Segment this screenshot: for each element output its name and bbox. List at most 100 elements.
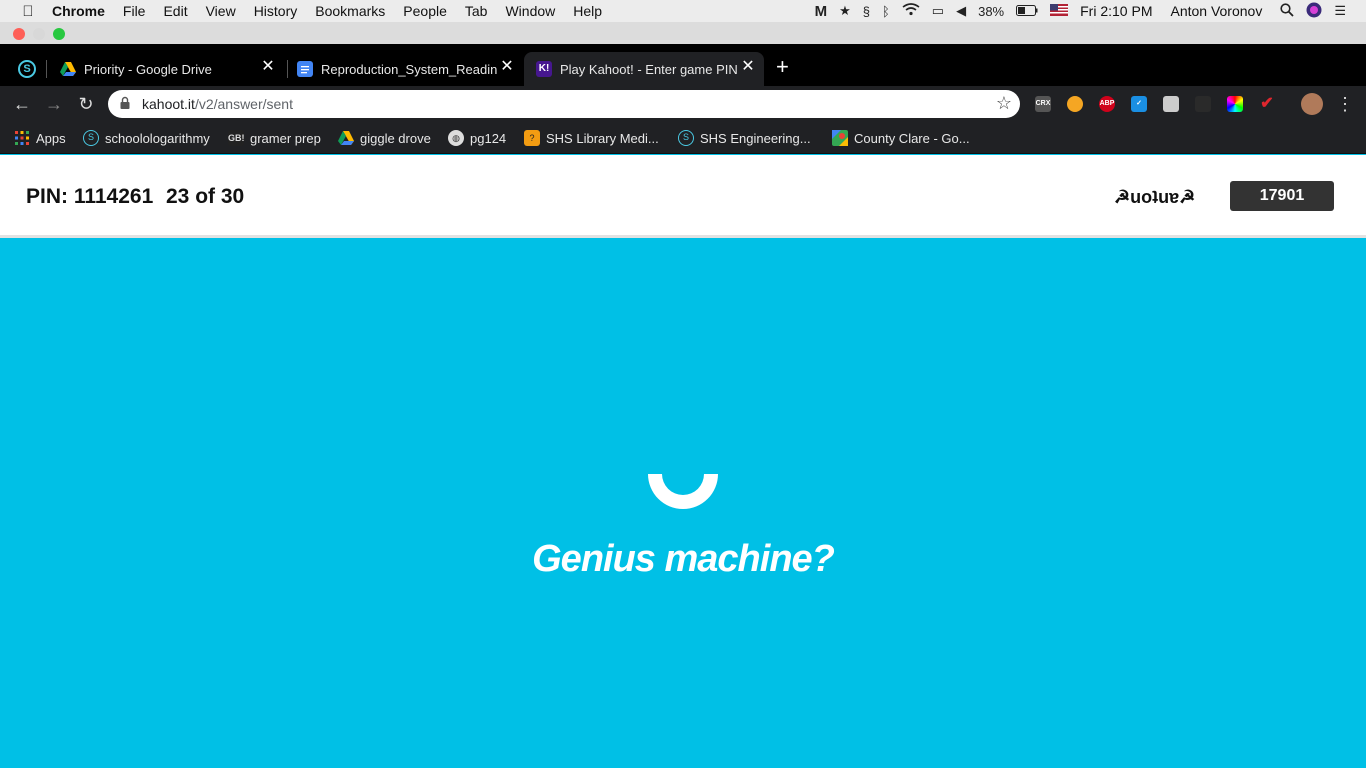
bluetooth-icon[interactable]: ᛒ <box>882 4 890 19</box>
menu-window[interactable]: Window <box>505 3 555 19</box>
menu-history[interactable]: History <box>254 3 298 19</box>
kahoot-icon: K! <box>536 61 552 77</box>
url-path: /v2/answer/sent <box>194 96 293 112</box>
wifi-icon[interactable] <box>902 3 920 19</box>
new-tab-button[interactable]: + <box>776 56 789 78</box>
star-icon[interactable]: ★ <box>839 3 851 19</box>
bookmark-shs-engineering[interactable]: S SHS Engineering... <box>678 130 811 146</box>
tab-separator <box>46 60 47 78</box>
notification-center-icon[interactable]: ☰ <box>1334 3 1346 19</box>
bookmark-schoolologarithmy[interactable]: S schoolologarithmy <box>83 130 210 146</box>
schoology-icon: S <box>678 130 694 146</box>
tab-play-kahoot[interactable]: K! Play Kahoot! - Enter game PIN ✕ <box>524 52 764 86</box>
bookmark-label: pg124 <box>470 130 507 146</box>
minimize-window-button[interactable] <box>33 28 45 40</box>
bookmark-shs-library-media[interactable]: ? SHS Library Medi... <box>524 130 659 146</box>
apps-grid-icon <box>14 130 30 146</box>
malwarebytes-icon[interactable]: M <box>815 3 828 20</box>
google-maps-icon <box>832 130 848 146</box>
battery-icon[interactable] <box>1016 4 1038 19</box>
briefcase-extension-icon[interactable] <box>1163 96 1179 112</box>
color-picker-extension-icon[interactable] <box>1227 96 1243 112</box>
reload-icon[interactable]: ↻ <box>75 93 97 115</box>
chrome-menu-icon[interactable]: ⋮ <box>1336 93 1354 115</box>
bookmark-pg124[interactable]: ◍ pg124 <box>448 130 506 146</box>
owl-extension-icon[interactable] <box>1067 96 1083 112</box>
menu-bookmarks[interactable]: Bookmarks <box>315 3 385 19</box>
globe-icon: ◍ <box>448 130 464 146</box>
profile-avatar[interactable] <box>1301 93 1323 115</box>
close-tab-icon[interactable]: ✕ <box>499 59 515 75</box>
menu-file[interactable]: File <box>123 3 146 19</box>
bookmarks-bar: Apps S schoolologarithmy GB! gramer prep… <box>0 122 1366 154</box>
menu-tab[interactable]: Tab <box>465 3 488 19</box>
checkmark-extension-icon[interactable]: ✓ <box>1131 96 1147 112</box>
menu-view[interactable]: View <box>206 3 236 19</box>
tab-title: Play Kahoot! - Enter game PIN <box>560 61 738 77</box>
back-arrow-icon[interactable]: ← <box>11 93 33 115</box>
maximize-window-button[interactable] <box>53 28 65 40</box>
schoology-pinned-tab-icon[interactable]: S <box>18 60 36 78</box>
tab-title: Priority - Google Drive <box>84 61 212 77</box>
bookmark-label: County Clare - Go... <box>854 130 970 146</box>
dark-extension-icon[interactable] <box>1195 96 1211 112</box>
loading-spinner-icon <box>648 474 718 510</box>
menu-app-name[interactable]: Chrome <box>52 3 105 19</box>
game-pin: PIN: 1114261 <box>26 185 154 208</box>
tab-strip: S Priority - Google Drive ✕ Reproduction… <box>0 44 1366 86</box>
address-bar[interactable]: kahoot.it/v2/answer/sent ☆ <box>108 90 1020 118</box>
crx-extension-icon[interactable]: CRX <box>1035 96 1051 112</box>
menu-help[interactable]: Help <box>573 3 602 19</box>
browser-toolbar: ← → ↻ kahoot.it/v2/answer/sent ☆ CRX ABP… <box>0 86 1366 122</box>
gb-icon: GB! <box>228 130 245 146</box>
status-area: M ★ § ᛒ ▭ ◀ 38% Fri 2:10 PM Anton Vorono… <box>815 0 1366 22</box>
spotlight-search-icon[interactable] <box>1280 2 1294 20</box>
bookmark-giggle-drove[interactable]: giggle drove <box>338 130 431 146</box>
close-tab-icon[interactable]: ✕ <box>260 59 276 75</box>
bookmark-gramer-prep[interactable]: GB! gramer prep <box>228 130 321 146</box>
library-icon: ? <box>524 130 540 146</box>
bookmark-label: giggle drove <box>360 130 431 146</box>
tab-priority-google-drive[interactable]: Priority - Google Drive ✕ <box>50 52 284 86</box>
bookmark-apps[interactable]: Apps <box>14 130 66 146</box>
extension-status-icon[interactable]: § <box>863 4 870 19</box>
bookmark-county-clare[interactable]: County Clare - Go... <box>832 130 970 146</box>
close-tab-icon[interactable]: ✕ <box>740 59 756 75</box>
schoology-icon: S <box>83 130 99 146</box>
forward-arrow-icon[interactable]: → <box>43 93 65 115</box>
lock-icon[interactable] <box>120 96 130 110</box>
menubar-user[interactable]: Anton Voronov <box>1170 3 1262 19</box>
google-drive-icon <box>338 130 354 146</box>
question-progress: 23 of 30 <box>166 185 245 208</box>
player-score: 17901 <box>1230 181 1334 211</box>
bookmark-label: schoolologarithmy <box>105 130 210 146</box>
close-window-button[interactable] <box>13 28 25 40</box>
google-docs-icon <box>297 61 313 77</box>
flag-us-icon[interactable] <box>1050 3 1069 19</box>
menubar-clock[interactable]: Fri 2:10 PM <box>1080 3 1152 19</box>
url-text[interactable]: kahoot.it/v2/answer/sent <box>142 96 293 112</box>
tab-title: Reproduction_System_Reading <box>321 61 497 77</box>
adblock-plus-icon[interactable]: ABP <box>1099 96 1115 112</box>
window-title-bar <box>0 22 1366 44</box>
bookmark-label: SHS Engineering... <box>700 130 811 146</box>
url-host: kahoot.it <box>142 96 195 112</box>
kahoot-status-bar: PIN: 1114261 23 of 30 ☭uoʇuɐ☭ 17901 <box>0 155 1366 238</box>
macos-menu-bar:  Chrome File Edit View History Bookmark… <box>0 0 1366 22</box>
menu-edit[interactable]: Edit <box>163 3 187 19</box>
airplay-icon[interactable]: ▭ <box>932 3 944 19</box>
apple-menu-icon[interactable]:  <box>18 3 38 20</box>
bookmark-label: SHS Library Medi... <box>546 130 659 146</box>
battery-percent[interactable]: 38% <box>978 4 1004 19</box>
tab-separator <box>287 60 288 78</box>
siri-icon[interactable] <box>1306 2 1322 21</box>
tab-reproduction-system-reading[interactable]: Reproduction_System_Reading ✕ <box>289 52 523 86</box>
player-nickname: ☭uoʇuɐ☭ <box>1114 187 1196 207</box>
menu-people[interactable]: People <box>403 3 447 19</box>
bookmark-star-icon[interactable]: ☆ <box>996 93 1012 114</box>
tick-extension-icon[interactable]: ✔ <box>1259 96 1275 112</box>
google-drive-icon <box>60 61 76 77</box>
volume-icon[interactable]: ◀ <box>956 3 966 19</box>
bookmark-label: gramer prep <box>250 130 321 146</box>
waiting-message: Genius machine? <box>532 538 835 580</box>
